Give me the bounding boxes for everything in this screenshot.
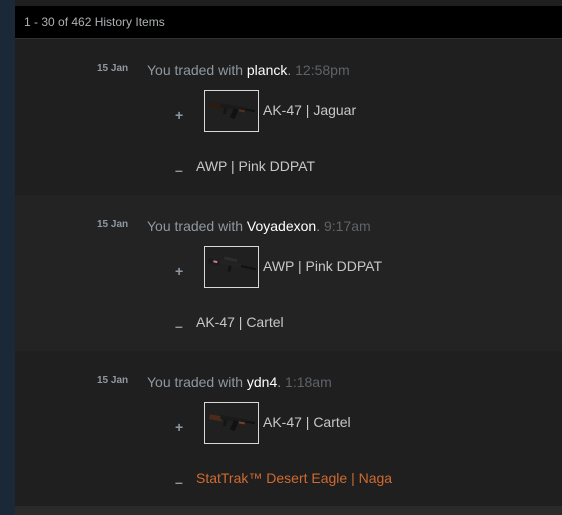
gained-item-name[interactable]: AWP | Pink DDPAT [263,258,382,274]
next-row-edge [15,506,562,515]
item-thumbnail[interactable] [204,246,259,288]
lost-item-name[interactable]: StatTrak™ Desert Eagle | Naga [196,470,392,486]
ak47-rifle-icon [208,102,256,120]
lost-minus-icon: – [175,162,183,178]
lost-minus-icon: – [175,318,183,334]
trade-punct: . [316,218,324,234]
gained-plus-icon: + [175,107,184,123]
trade-partner-link[interactable]: Voyadexon [247,218,316,234]
history-header: 1 - 30 of 462 History Items [15,6,562,39]
trade-time: 9:17am [323,218,371,234]
lost-minus-icon: – [175,474,183,490]
trade-time: 1:18am [285,374,332,390]
trade-date: 15 Jan [97,219,129,230]
trade-partner-link[interactable]: planck [247,62,287,78]
ak47-rifle-icon [208,414,256,432]
item-thumbnail[interactable] [204,402,259,444]
trade-history-panel: 1 - 30 of 462 History Items 15 Jan You t… [15,0,562,515]
trade-headline: You traded with ydn4. 1:18am [147,374,332,390]
gained-plus-icon: + [175,263,184,279]
trade-row: 15 Jan You traded with Voyadexon. 9:17am… [15,195,562,351]
lost-item-name[interactable]: AWP | Pink DDPAT [196,158,315,174]
trade-row: 15 Jan You traded with ydn4. 1:18am + AK… [15,351,562,507]
trade-prefix: You traded with [147,62,243,78]
lost-item-name[interactable]: AK-47 | Cartel [196,314,284,330]
trade-row: 15 Jan You traded with planck. 12:58pm +… [15,39,562,195]
trade-prefix: You traded with [147,218,243,234]
trade-prefix: You traded with [147,374,243,390]
item-thumbnail[interactable] [204,90,259,132]
awp-sniper-icon [207,256,256,273]
gained-item-name[interactable]: AK-47 | Jaguar [263,102,356,118]
trade-date: 15 Jan [97,63,129,74]
trade-headline: You traded with Voyadexon. 9:17am [147,218,371,234]
trade-punct: . [277,374,286,390]
history-count-label: 1 - 30 of 462 History Items [24,15,165,29]
trade-punct: . [287,62,296,78]
trade-date: 15 Jan [97,375,129,386]
trade-headline: You traded with planck. 12:58pm [147,62,350,78]
trade-partner-link[interactable]: ydn4 [247,374,277,390]
gained-item-name[interactable]: AK-47 | Cartel [263,414,351,430]
gained-plus-icon: + [175,419,184,435]
trade-time: 12:58pm [295,62,350,78]
